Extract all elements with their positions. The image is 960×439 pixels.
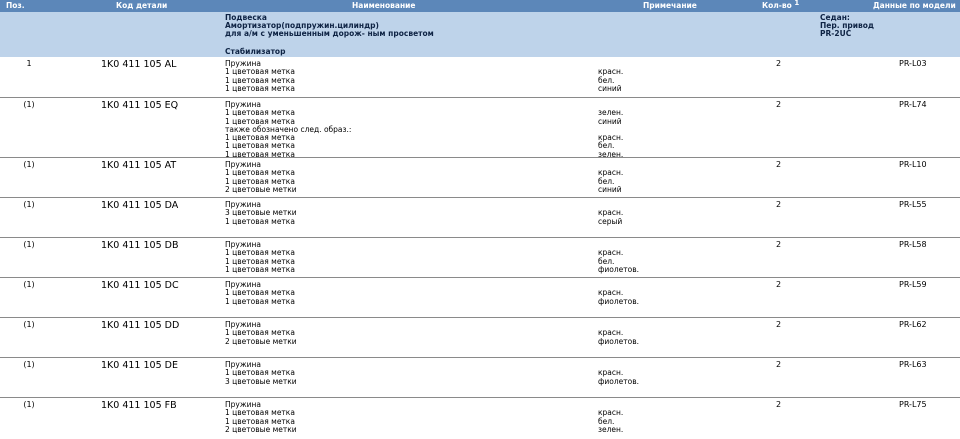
table-row[interactable]: (1) 1K0 411 105 DD Пружина 1 цветовая метка… <box>0 317 960 358</box>
description-cell: Пружина 1 цветовая метка 1 цветовая метка т… <box>225 100 351 159</box>
position-cell: 1 <box>26 59 32 68</box>
model-data-cell: PR-L55 <box>899 200 927 209</box>
note-line: серый <box>598 216 623 226</box>
model-data-cell: PR-L75 <box>899 400 927 409</box>
description-line: 2 цветовые метки <box>225 184 297 194</box>
note-cell: красн. фиолетов. <box>598 321 639 346</box>
part-code-cell: 1K0 411 105 FB <box>101 400 177 411</box>
model-data-cell: PR-L10 <box>899 160 927 169</box>
section-title: Подвеска Амортизатор(подпружин.цилиндр) … <box>225 13 434 38</box>
description-line: 2 цветовые метки <box>225 336 297 346</box>
col-note: Примечание <box>643 1 697 10</box>
position-cell: (1) <box>23 360 35 369</box>
col-code: Код детали <box>116 1 168 10</box>
note-line: фиолетов. <box>598 296 640 306</box>
quantity-cell: 2 <box>776 400 782 409</box>
note-line: синий <box>598 83 622 93</box>
description-cell: Пружина 1 цветовая метка 1 цветовая метка 1… <box>225 59 295 93</box>
description-line: 1 цветовая метка <box>225 296 295 306</box>
section-model-info: Седан: Пер. привод PR-2UC <box>820 13 874 38</box>
col-model: Данные по модели <box>873 1 956 10</box>
quantity-cell: 2 <box>776 240 782 249</box>
position-cell: (1) <box>23 100 35 109</box>
table-row[interactable]: (1) 1K0 411 105 DC Пружина 1 цветовая метка… <box>0 277 960 318</box>
quantity-cell: 2 <box>776 200 782 209</box>
table-row[interactable]: (1) 1K0 411 105 DB Пружина 1 цветовая метка… <box>0 237 960 278</box>
note-line: зелен. <box>598 424 624 434</box>
col-qty-label: Кол-во <box>762 1 792 10</box>
column-header-bar: Поз. Код детали Наименование Примечание … <box>0 0 960 12</box>
table-row[interactable]: 1 1K0 411 105 AL Пружина 1 цветовая метка 1 … <box>0 57 960 97</box>
table-row[interactable]: (1) 1K0 411 105 EQ Пружина 1 цветовая метка… <box>0 97 960 159</box>
model-data-cell: PR-L59 <box>899 280 927 289</box>
note-cell: красн. бел. синий <box>598 161 623 194</box>
position-cell: (1) <box>23 160 35 169</box>
col-pos: Поз. <box>6 1 25 10</box>
note-line: фиолетов. <box>598 376 640 386</box>
note-cell: красн. серый <box>598 201 623 226</box>
part-code-cell: 1K0 411 105 DD <box>101 320 180 331</box>
section-subtitle: Стабилизатор <box>225 47 286 56</box>
part-code-cell: 1K0 411 105 EQ <box>101 100 179 111</box>
description-line: 1 цветовая метка <box>225 264 295 274</box>
part-code-cell: 1K0 411 105 DE <box>101 360 178 371</box>
note-line: синий <box>598 184 622 194</box>
position-cell: (1) <box>23 400 35 409</box>
note-line: фиолетов. <box>598 336 640 346</box>
description-cell: Пружина 1 цветовая метка 2 цветовые метки <box>225 320 297 346</box>
description-cell: Пружина 1 цветовая метка 3 цветовые метки <box>225 360 297 386</box>
part-code-cell: 1K0 411 105 DA <box>101 200 179 211</box>
position-cell: (1) <box>23 280 35 289</box>
description-cell: Пружина 1 цветовая метка 1 цветовая метка 1… <box>225 240 295 274</box>
note-cell: красн. фиолетов. <box>598 281 639 306</box>
description-cell: Пружина 1 цветовая метка 1 цветовая метка 2… <box>225 160 297 194</box>
description-line: 1 цветовая метка <box>225 83 295 93</box>
note-cell: красн. бел. синий <box>598 60 623 93</box>
table-row[interactable]: (1) 1K0 411 105 DA Пружина 3 цветовые метки… <box>0 197 960 238</box>
description-line: 1 цветовая метка <box>225 216 295 226</box>
description-cell: Пружина 1 цветовая метка 1 цветовая метка 2… <box>225 400 297 434</box>
quantity-cell: 2 <box>776 160 782 169</box>
model-data-cell: PR-L74 <box>899 100 927 109</box>
quantity-cell: 2 <box>776 59 782 68</box>
model-data-cell: PR-L58 <box>899 240 927 249</box>
position-cell: (1) <box>23 200 35 209</box>
part-code-cell: 1K0 411 105 AT <box>101 160 177 171</box>
model-data-cell: PR-L63 <box>899 360 927 369</box>
table-header: Поз. Код детали Наименование Примечание … <box>0 0 960 57</box>
col-name: Наименование <box>352 1 416 10</box>
table-row[interactable]: (1) 1K0 411 105 AT Пружина 1 цветовая метка… <box>0 157 960 198</box>
col-qty-footnote: 1 <box>794 0 800 7</box>
position-cell: (1) <box>23 240 35 249</box>
part-code-cell: 1K0 411 105 DB <box>101 240 179 251</box>
model-data-cell: PR-L03 <box>899 59 927 68</box>
note-line: фиолетов. <box>598 264 640 274</box>
quantity-cell: 2 <box>776 280 782 289</box>
quantity-cell: 2 <box>776 100 782 109</box>
note-cell: красн. фиолетов. <box>598 361 639 386</box>
note-line: синий <box>598 116 622 126</box>
note-cell: зелен. синий красн. бел. зелен. <box>598 101 623 159</box>
table-row[interactable]: (1) 1K0 411 105 DE Пружина 1 цветовая метка… <box>0 357 960 398</box>
note-cell: красн. бел. фиолетов. <box>598 241 639 274</box>
description-line: 3 цветовые метки <box>225 376 297 386</box>
part-code-cell: 1K0 411 105 DC <box>101 280 179 291</box>
model-data-cell: PR-L62 <box>899 320 927 329</box>
quantity-cell: 2 <box>776 320 782 329</box>
col-qty: Кол-во 1 <box>762 0 800 11</box>
description-cell: Пружина 3 цветовые метки 1 цветовая метка <box>225 200 297 226</box>
table-row[interactable]: (1) 1K0 411 105 FB Пружина 1 цветовая метка… <box>0 397 960 439</box>
note-cell: красн. бел. зелен. <box>598 401 623 434</box>
position-cell: (1) <box>23 320 35 329</box>
quantity-cell: 2 <box>776 360 782 369</box>
description-line: 2 цветовые метки <box>225 424 297 434</box>
part-code-cell: 1K0 411 105 AL <box>101 59 177 70</box>
description-cell: Пружина 1 цветовая метка 1 цветовая метка <box>225 280 295 306</box>
